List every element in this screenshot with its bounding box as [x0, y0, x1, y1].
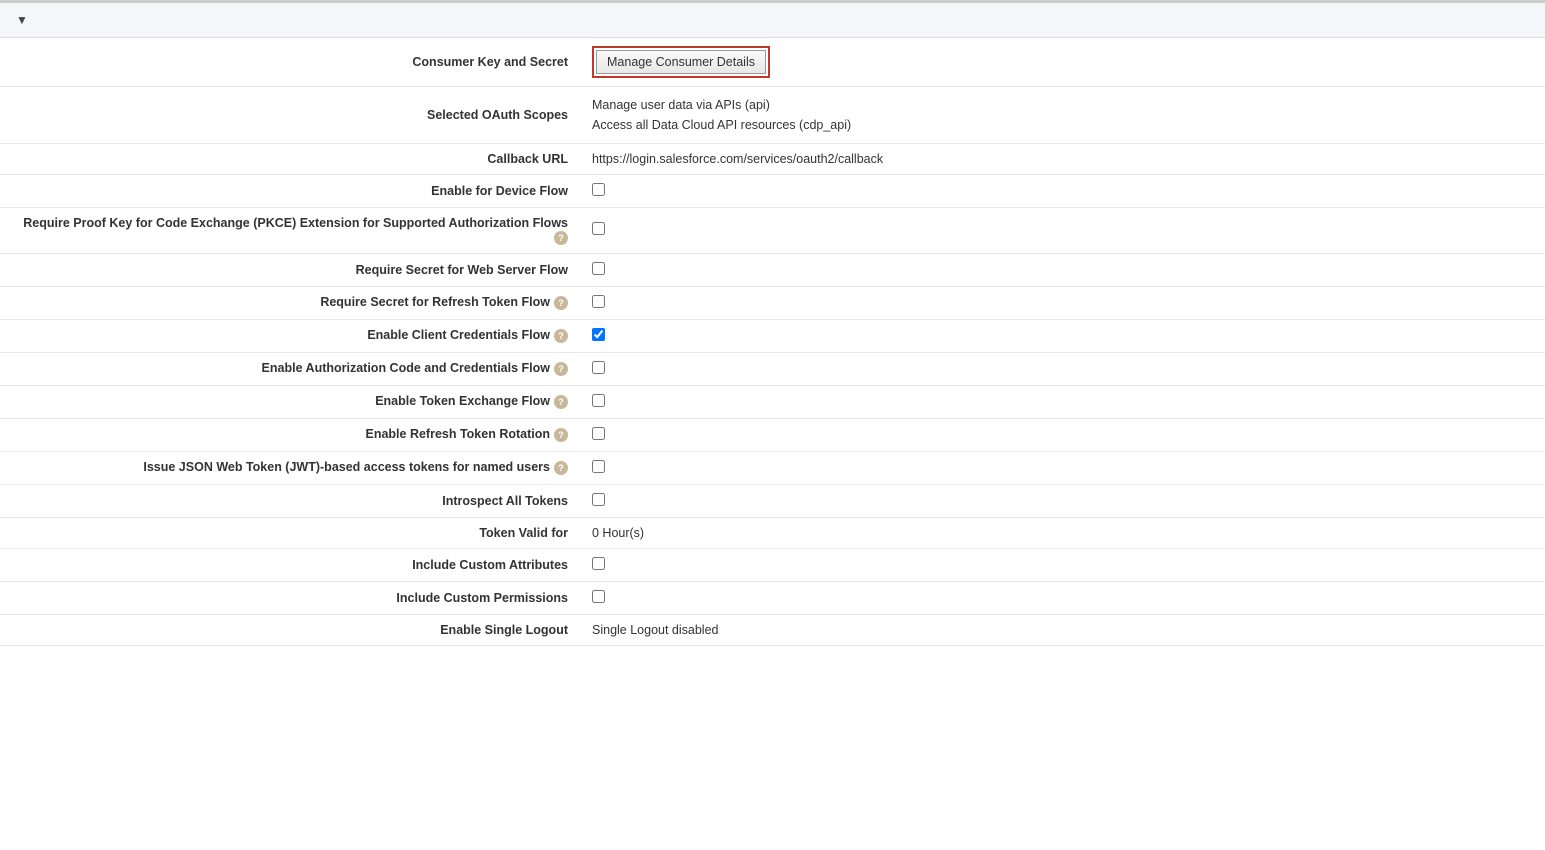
- checkbox-client-credentials[interactable]: [592, 328, 605, 341]
- checkbox-jwt-tokens[interactable]: [592, 460, 605, 473]
- label-text-token-exchange: Enable Token Exchange Flow: [375, 394, 550, 408]
- label-text-auth-code-credentials: Enable Authorization Code and Credential…: [262, 361, 550, 375]
- value-introspect-tokens: [580, 484, 1545, 517]
- label-text-jwt-tokens: Issue JSON Web Token (JWT)-based access …: [143, 460, 550, 474]
- label-text-custom-attributes: Include Custom Attributes: [412, 558, 568, 572]
- value-single-logout: Single Logout disabled: [580, 614, 1545, 645]
- help-icon-token-exchange[interactable]: ?: [554, 395, 568, 409]
- checkbox-secret-web-server[interactable]: [592, 262, 605, 275]
- checkbox-custom-permissions[interactable]: [592, 590, 605, 603]
- collapse-triangle[interactable]: ▼: [16, 13, 28, 27]
- checkbox-custom-attributes[interactable]: [592, 557, 605, 570]
- value-custom-attributes: [580, 548, 1545, 581]
- checkbox-refresh-token-rotation[interactable]: [592, 427, 605, 440]
- label-secret-web-server: Require Secret for Web Server Flow: [0, 253, 580, 286]
- value-secret-refresh-token: [580, 286, 1545, 319]
- checkbox-secret-refresh-token[interactable]: [592, 295, 605, 308]
- label-introspect-tokens: Introspect All Tokens: [0, 484, 580, 517]
- label-text-custom-permissions: Include Custom Permissions: [396, 591, 568, 605]
- form-row-callback-url: Callback URL https://login.salesforce.com…: [0, 144, 1545, 175]
- checkbox-token-exchange[interactable]: [592, 394, 605, 407]
- help-icon-refresh-token-rotation[interactable]: ?: [554, 428, 568, 442]
- help-icon-jwt-tokens[interactable]: ?: [554, 461, 568, 475]
- label-auth-code-credentials: Enable Authorization Code and Credential…: [0, 352, 580, 385]
- label-text-single-logout: Enable Single Logout: [440, 623, 568, 637]
- form-row-device-flow: Enable for Device Flow: [0, 175, 1545, 208]
- label-custom-permissions: Include Custom Permissions: [0, 581, 580, 614]
- label-text-pkce: Require Proof Key for Code Exchange (PKC…: [23, 216, 568, 230]
- label-text-device-flow: Enable for Device Flow: [431, 184, 568, 198]
- value-consumer-key: Manage Consumer Details: [580, 38, 1545, 87]
- value-callback-url: https://login.salesforce.com/services/oa…: [580, 144, 1545, 175]
- form-row-oauth-scopes: Selected OAuth Scopes Manage user data vi…: [0, 87, 1545, 144]
- label-client-credentials: Enable Client Credentials Flow?: [0, 319, 580, 352]
- scope-line: Manage user data via APIs (api): [592, 95, 1533, 115]
- value-client-credentials: [580, 319, 1545, 352]
- value-secret-web-server: [580, 253, 1545, 286]
- value-jwt-tokens: [580, 451, 1545, 484]
- value-token-exchange: [580, 385, 1545, 418]
- page-container: ▼ Consumer Key and Secret Manage Consumer…: [0, 0, 1545, 850]
- value-oauth-scopes: Manage user data via APIs (api)Access al…: [580, 87, 1545, 144]
- value-pkce: [580, 208, 1545, 254]
- help-icon-secret-refresh-token[interactable]: ?: [554, 296, 568, 310]
- label-text-oauth-scopes: Selected OAuth Scopes: [427, 108, 568, 122]
- scope-line: Access all Data Cloud API resources (cdp…: [592, 115, 1533, 135]
- manage-btn-highlight: Manage Consumer Details: [592, 46, 770, 78]
- form-row-auth-code-credentials: Enable Authorization Code and Credential…: [0, 352, 1545, 385]
- field-value-token-valid: 0 Hour(s): [592, 526, 644, 540]
- form-row-custom-attributes: Include Custom Attributes: [0, 548, 1545, 581]
- label-device-flow: Enable for Device Flow: [0, 175, 580, 208]
- help-icon-auth-code-credentials[interactable]: ?: [554, 362, 568, 376]
- value-auth-code-credentials: [580, 352, 1545, 385]
- label-consumer-key: Consumer Key and Secret: [0, 38, 580, 87]
- label-oauth-scopes: Selected OAuth Scopes: [0, 87, 580, 144]
- label-custom-attributes: Include Custom Attributes: [0, 548, 580, 581]
- help-icon-pkce[interactable]: ?: [554, 231, 568, 245]
- label-token-exchange: Enable Token Exchange Flow?: [0, 385, 580, 418]
- field-value-single-logout: Single Logout disabled: [592, 623, 719, 637]
- form-row-custom-permissions: Include Custom Permissions: [0, 581, 1545, 614]
- value-device-flow: [580, 175, 1545, 208]
- label-text-callback-url: Callback URL: [487, 152, 568, 166]
- form-row-single-logout: Enable Single Logout Single Logout disabl…: [0, 614, 1545, 645]
- label-text-secret-refresh-token: Require Secret for Refresh Token Flow: [320, 295, 550, 309]
- form-row-token-valid: Token Valid for 0 Hour(s): [0, 517, 1545, 548]
- value-token-valid: 0 Hour(s): [580, 517, 1545, 548]
- help-icon-client-credentials[interactable]: ?: [554, 329, 568, 343]
- label-refresh-token-rotation: Enable Refresh Token Rotation?: [0, 418, 580, 451]
- label-text-token-valid: Token Valid for: [479, 526, 568, 540]
- label-text-introspect-tokens: Introspect All Tokens: [442, 494, 568, 508]
- form-table: Consumer Key and Secret Manage Consumer D…: [0, 38, 1545, 646]
- label-text-consumer-key: Consumer Key and Secret: [412, 55, 568, 69]
- section-header: ▼: [0, 3, 1545, 38]
- checkbox-introspect-tokens[interactable]: [592, 493, 605, 506]
- label-jwt-tokens: Issue JSON Web Token (JWT)-based access …: [0, 451, 580, 484]
- form-row-secret-refresh-token: Require Secret for Refresh Token Flow?: [0, 286, 1545, 319]
- label-callback-url: Callback URL: [0, 144, 580, 175]
- form-row-client-credentials: Enable Client Credentials Flow?: [0, 319, 1545, 352]
- value-custom-permissions: [580, 581, 1545, 614]
- label-text-secret-web-server: Require Secret for Web Server Flow: [356, 263, 568, 277]
- checkbox-pkce[interactable]: [592, 222, 605, 235]
- label-text-client-credentials: Enable Client Credentials Flow: [367, 328, 550, 342]
- label-secret-refresh-token: Require Secret for Refresh Token Flow?: [0, 286, 580, 319]
- label-token-valid: Token Valid for: [0, 517, 580, 548]
- checkbox-auth-code-credentials[interactable]: [592, 361, 605, 374]
- checkbox-device-flow[interactable]: [592, 183, 605, 196]
- form-row-refresh-token-rotation: Enable Refresh Token Rotation?: [0, 418, 1545, 451]
- form-row-secret-web-server: Require Secret for Web Server Flow: [0, 253, 1545, 286]
- form-row-token-exchange: Enable Token Exchange Flow?: [0, 385, 1545, 418]
- value-refresh-token-rotation: [580, 418, 1545, 451]
- label-single-logout: Enable Single Logout: [0, 614, 580, 645]
- form-row-introspect-tokens: Introspect All Tokens: [0, 484, 1545, 517]
- label-pkce: Require Proof Key for Code Exchange (PKC…: [0, 208, 580, 254]
- manage-consumer-details-button[interactable]: Manage Consumer Details: [596, 50, 766, 74]
- form-row-pkce: Require Proof Key for Code Exchange (PKC…: [0, 208, 1545, 254]
- label-text-refresh-token-rotation: Enable Refresh Token Rotation: [365, 427, 550, 441]
- form-row-jwt-tokens: Issue JSON Web Token (JWT)-based access …: [0, 451, 1545, 484]
- form-row-consumer-key: Consumer Key and Secret Manage Consumer D…: [0, 38, 1545, 87]
- field-value-callback-url: https://login.salesforce.com/services/oa…: [592, 152, 883, 166]
